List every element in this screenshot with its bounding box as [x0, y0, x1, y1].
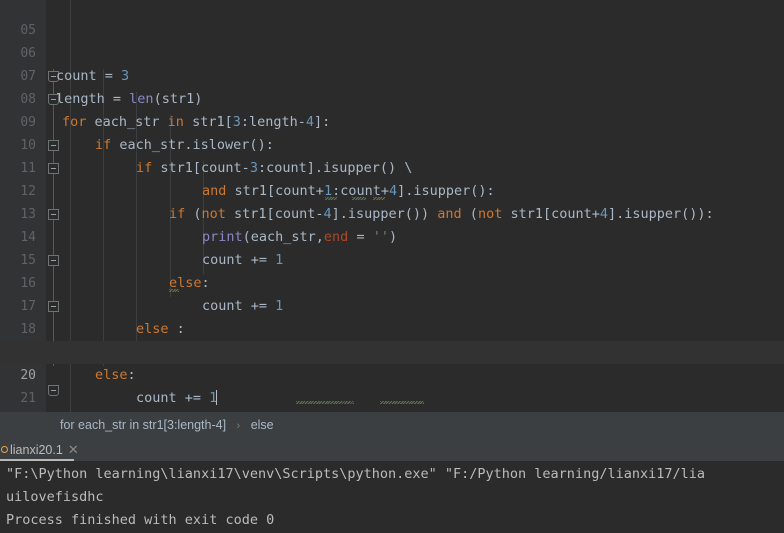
run-tab-label: lianxi20.1 — [10, 443, 63, 457]
breadcrumb-item-1[interactable]: else — [251, 418, 274, 432]
console-output[interactable]: "F:\Python learning\lianxi17\venv\Script… — [0, 461, 784, 533]
close-icon[interactable]: ✕ — [63, 442, 79, 457]
editor-line[interactable]: 19 else: — [0, 318, 784, 383]
breadcrumb-item-0[interactable]: for each_str in str1[3:length-4] — [60, 418, 226, 432]
console-line: uilovefisdhc — [6, 489, 104, 505]
editor-line[interactable]: 17 else : — [0, 272, 784, 337]
console-line: Process finished with exit code 0 — [6, 512, 275, 528]
typo-squiggle — [380, 401, 424, 404]
breadcrumb-bar[interactable]: for each_str in str1[3:length-4] › else — [0, 412, 784, 438]
run-tool-window: lianxi20.1 ✕ "F:\Python learning\lianxi17… — [0, 438, 784, 533]
run-tab-lianxi20-1[interactable]: lianxi20.1 ✕ — [0, 438, 87, 461]
editor-line[interactable]: 18 count += 1 — [0, 295, 784, 360]
editor-line[interactable]: 12 if (not str1[count-4].isupper()) and … — [0, 157, 784, 222]
editor-line[interactable]: 10 if str1[count-3:count].isupper() \ — [0, 111, 784, 176]
typo-squiggle — [352, 197, 366, 200]
typo-squiggle — [325, 197, 337, 200]
editor-line[interactable]: 13 print(each_str,end = '') — [0, 180, 784, 245]
editor-line[interactable]: 15 else: — [0, 226, 784, 291]
editor-line-current[interactable]: 20 count += 1 — [0, 341, 784, 406]
editor-line[interactable]: 09 if each_str.islower(): — [0, 88, 784, 153]
editor-line[interactable]: 06 count = 3 — [0, 19, 784, 84]
editor-line[interactable]: 05 — [0, 0, 784, 38]
chevron-right-icon: › — [236, 420, 241, 432]
editor-line[interactable]: 08 for each_str in str1[3:length-4]: — [0, 65, 784, 130]
ide-window: 05 06 count = 3 07 length = len(str1) 08… — [0, 0, 784, 533]
editor-line[interactable]: 11 and str1[count+1:count+4].isupper(): — [0, 134, 784, 199]
console-line: "F:\Python learning\lianxi17\venv\Script… — [6, 466, 705, 482]
code-editor[interactable]: 05 06 count = 3 07 length = len(str1) 08… — [0, 0, 784, 412]
breadcrumb: for each_str in str1[3:length-4] › else — [60, 412, 274, 438]
typo-squiggle — [296, 401, 354, 404]
editor-line[interactable]: 14 count += 1 — [0, 203, 784, 268]
typo-squiggle — [169, 289, 179, 292]
run-tab-bar[interactable]: lianxi20.1 ✕ — [0, 438, 784, 461]
editor-line[interactable]: 07 length = len(str1) — [0, 42, 784, 107]
editor-line[interactable]: 22 # str1 = '''ACFlCTLIQlAIVMTqHFkswqbDD… — [0, 384, 784, 412]
typo-squiggle — [373, 197, 385, 200]
editor-line[interactable]: 16 count += 1 — [0, 249, 784, 314]
